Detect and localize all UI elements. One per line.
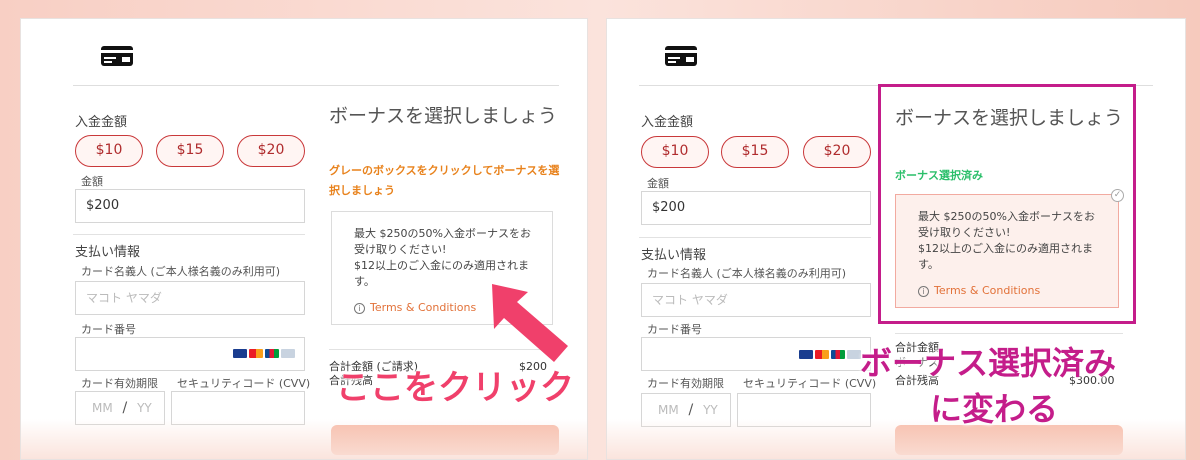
- expiry-label: カード有効期限: [81, 377, 158, 390]
- amount-label: 入金金額: [641, 115, 694, 130]
- card-brand-logos: [799, 350, 861, 359]
- preset-10-button[interactable]: $10: [641, 136, 709, 168]
- visa-icon: [799, 350, 813, 359]
- diners-icon: [847, 350, 861, 359]
- changed-annotation-line1: ボーナス選択済み: [860, 344, 1117, 382]
- jcb-icon: [265, 349, 279, 358]
- cardholder-label: カード名義人 (ご本人様名義のみ利用可): [81, 265, 281, 278]
- amount-label: 入金金額: [75, 115, 128, 130]
- card-number-label: カード番号: [647, 323, 702, 336]
- divider: [73, 234, 305, 235]
- preset-20-button[interactable]: $20: [803, 136, 871, 168]
- cardholder-input[interactable]: マコト ヤマダ: [75, 281, 305, 315]
- bottom-fade: [607, 419, 1185, 459]
- header-divider: [73, 85, 559, 86]
- amount-input[interactable]: $200: [641, 191, 871, 225]
- month-placeholder: MM: [92, 401, 113, 415]
- diners-icon: [281, 349, 295, 358]
- jcb-icon: [831, 350, 845, 359]
- preset-15-button[interactable]: $15: [721, 136, 789, 168]
- cardholder-input[interactable]: マコト ヤマダ: [641, 283, 871, 317]
- amount-sub-label: 金額: [81, 175, 103, 188]
- amount-sub-label: 金額: [647, 177, 669, 190]
- bonus-offer-text: 最大 $250の50%入金ボーナスをお受け取りください!: [354, 227, 531, 256]
- divider: [895, 333, 1123, 334]
- selected-bonus-highlight: [878, 84, 1136, 324]
- cvv-label: セキュリティコード (CVV): [743, 377, 877, 390]
- mastercard-icon: [249, 349, 263, 358]
- preset-15-button[interactable]: $15: [156, 135, 224, 167]
- changed-annotation-line2: に変わる: [930, 390, 1059, 428]
- info-icon: i: [354, 302, 365, 314]
- terms-label: Terms & Conditions: [370, 301, 477, 314]
- credit-card-icon: [101, 46, 133, 66]
- click-arrow-icon: [492, 284, 568, 362]
- bonus-instruction: グレーのボックスをクリックしてボーナスを選択しましょう: [329, 164, 560, 197]
- amount-input[interactable]: $200: [75, 189, 305, 223]
- bottom-fade: [21, 419, 587, 459]
- card-number-label: カード番号: [81, 323, 136, 336]
- cardholder-label: カード名義人 (ご本人様名義のみ利用可): [647, 267, 847, 280]
- click-here-annotation: ここをクリック: [336, 368, 574, 408]
- expiry-slash: /: [688, 402, 694, 418]
- expiry-slash: /: [122, 400, 128, 416]
- card-brand-logos: [233, 349, 295, 358]
- mastercard-icon: [815, 350, 829, 359]
- bonus-title: ボーナスを選択しましょう: [329, 105, 558, 127]
- year-placeholder: YY: [137, 401, 152, 415]
- credit-card-icon: [665, 46, 697, 66]
- cvv-label: セキュリティコード (CVV): [177, 377, 311, 390]
- preset-20-button[interactable]: $20: [237, 135, 305, 167]
- preset-10-button[interactable]: $10: [75, 135, 143, 167]
- visa-icon: [233, 349, 247, 358]
- year-placeholder: YY: [703, 403, 718, 417]
- divider: [639, 237, 871, 238]
- payment-info-label: 支払い情報: [641, 248, 707, 263]
- payment-info-label: 支払い情報: [75, 245, 141, 260]
- expiry-label: カード有効期限: [647, 377, 724, 390]
- month-placeholder: MM: [658, 403, 679, 417]
